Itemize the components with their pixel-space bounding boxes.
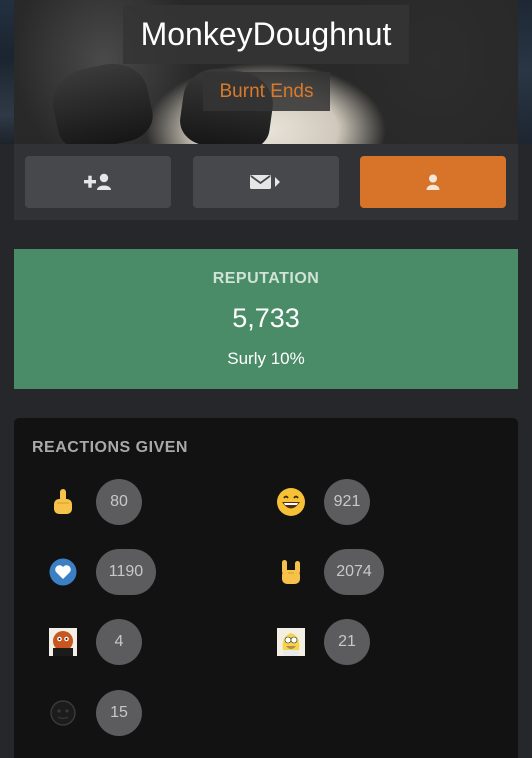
reactions-given-panel: REACTIONS GIVEN 80 921 1190 2074 4 21 15 — [14, 418, 518, 758]
add-user-icon — [84, 173, 112, 191]
message-icon — [250, 174, 282, 190]
send-message-button[interactable] — [193, 156, 339, 208]
reaction-count: 15 — [96, 690, 142, 736]
reactions-title: REACTIONS GIVEN — [32, 439, 188, 456]
cover-edge-left — [0, 0, 14, 144]
reaction-count: 4 — [96, 619, 142, 665]
profile-username: MonkeyDoughnut — [123, 5, 409, 64]
cover-edge-right — [518, 0, 532, 144]
reputation-label: REPUTATION — [212, 270, 320, 287]
reputation-value: 5,733 — [232, 303, 300, 333]
middle-finger-icon — [48, 487, 78, 517]
reaction-count: 1190 — [96, 549, 156, 595]
user-icon — [426, 174, 440, 190]
follow-user-button[interactable] — [360, 156, 506, 208]
homer-simpson-icon — [276, 627, 306, 657]
rock-on-hand-icon — [276, 557, 306, 587]
add-friend-button[interactable] — [25, 156, 171, 208]
cover-hand-left — [46, 56, 158, 144]
profile-action-bar — [14, 144, 518, 220]
heart-icon — [48, 557, 78, 587]
gritty-mascot-icon — [48, 627, 78, 657]
profile-user-title: Burnt Ends — [203, 72, 330, 111]
reaction-count: 21 — [324, 619, 370, 665]
reputation-rank: Surly 10% — [227, 349, 305, 368]
reaction-count: 2074 — [324, 549, 384, 595]
grinning-face-icon — [276, 487, 306, 517]
reaction-count: 921 — [324, 479, 370, 525]
reputation-panel: REPUTATION 5,733 Surly 10% — [14, 249, 518, 389]
reaction-count: 80 — [96, 479, 142, 525]
dark-emoji-icon — [48, 698, 78, 728]
